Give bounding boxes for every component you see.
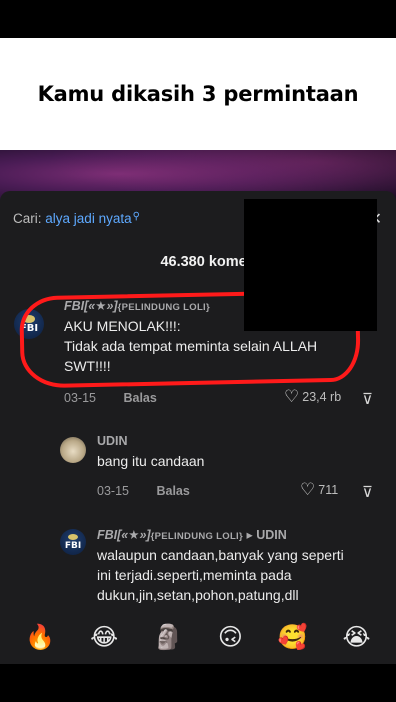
like-count: 711: [318, 482, 339, 497]
avatar[interactable]: FBI: [60, 529, 86, 555]
comment-text: walaupun candaan,banyak yang seperti ini…: [97, 547, 344, 603]
comment-meta: 03-15 Balas: [97, 484, 190, 498]
caption-banner: Kamu dikasih 3 permintaan: [0, 38, 396, 150]
comment-date: 03-15: [64, 391, 96, 405]
search-prefix: Cari:: [13, 211, 42, 226]
search-suggestion[interactable]: Cari: alya jadi nyata⚲: [13, 211, 140, 226]
reply-button[interactable]: Balas: [123, 391, 156, 405]
emoji-reaction-bar: 🔥 😂 🗿 🙃 🥰 😭: [0, 622, 396, 654]
comment-username[interactable]: FBI[«★»]{PELINDUNG LOLI} ▸ UDIN: [97, 527, 344, 542]
comment-date: 03-15: [97, 484, 129, 498]
avatar[interactable]: [60, 437, 86, 463]
reply-arrow-icon: ▸: [246, 528, 253, 542]
laughing-emoji-icon[interactable]: 😂: [90, 622, 118, 654]
seal-icon: [68, 533, 78, 540]
reply-item: UDIN bang itu candaan: [97, 434, 204, 471]
bottom-bar: [0, 664, 396, 702]
heart-icon: ♡: [300, 480, 316, 499]
redaction-box: [244, 199, 377, 331]
reply-item: FBI[«★»]{PELINDUNG LOLI} ▸ UDIN walaupun…: [97, 527, 344, 605]
comment-meta: 03-15 Balas: [64, 391, 157, 405]
moai-emoji-icon[interactable]: 🗿: [153, 622, 183, 654]
smiling-hearts-emoji-icon[interactable]: 🥰: [278, 622, 308, 654]
like-button[interactable]: ♡ 23,4 rb: [284, 388, 341, 405]
status-bar: [0, 0, 396, 38]
dislike-icon[interactable]: ⊽: [362, 390, 373, 408]
fire-emoji-icon[interactable]: 🔥: [25, 622, 55, 654]
video-caption: Kamu dikasih 3 permintaan: [37, 82, 359, 106]
upside-down-emoji-icon[interactable]: 🙃: [218, 622, 243, 654]
dislike-icon[interactable]: ⊽: [362, 483, 373, 501]
heart-icon: ♡: [284, 387, 300, 406]
comment-username[interactable]: UDIN: [97, 434, 204, 448]
search-query-link[interactable]: alya jadi nyata: [45, 211, 131, 226]
reply-to-user[interactable]: UDIN: [256, 528, 287, 542]
like-button[interactable]: ♡ 711: [300, 481, 338, 498]
comment-text: bang itu candaan: [97, 453, 205, 469]
crying-emoji-icon[interactable]: 😭: [342, 622, 370, 654]
search-icon: ⚲: [132, 211, 140, 222]
reply-button[interactable]: Balas: [156, 484, 189, 498]
avatar-label: FBI: [64, 540, 82, 551]
comments-sheet: Cari: alya jadi nyata⚲ ✕ 46.380 komen FB…: [0, 191, 396, 666]
like-count: 23,4 rb: [302, 389, 342, 404]
